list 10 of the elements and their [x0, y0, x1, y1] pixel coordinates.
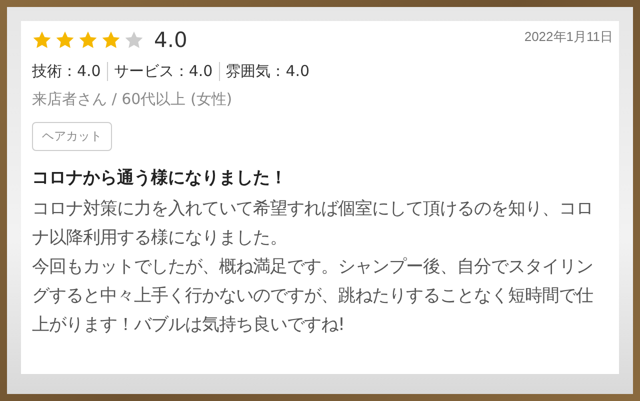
- sub-rating: 技術：4.0: [32, 62, 101, 80]
- review-text: 今回もカットでしたが、概ね満足です。シャンプー後、自分でスタイリングすると中々上手く行かないのですが、跳ねたりすることなく短時間で仕上がります！バブルは気持ち良いですね!: [32, 256, 594, 337]
- review-date: 2022年1月11日: [524, 28, 613, 46]
- menu-tag: ヘアカット: [32, 122, 112, 151]
- reviewer-info: 来店者さん / 60代以上 (女性): [32, 90, 234, 110]
- sub-rating: サービス：4.0: [106, 62, 213, 80]
- rating-score: 4.0: [154, 28, 188, 52]
- sub-rating: 雰囲気：4.0: [218, 62, 310, 80]
- review-title: コロナから通う様になりました！: [32, 167, 288, 189]
- review-text: コロナ対策に力を入れていて希望すれば個室にして頂けるのを知り、コロナ以降利用する様になりました。: [32, 198, 594, 250]
